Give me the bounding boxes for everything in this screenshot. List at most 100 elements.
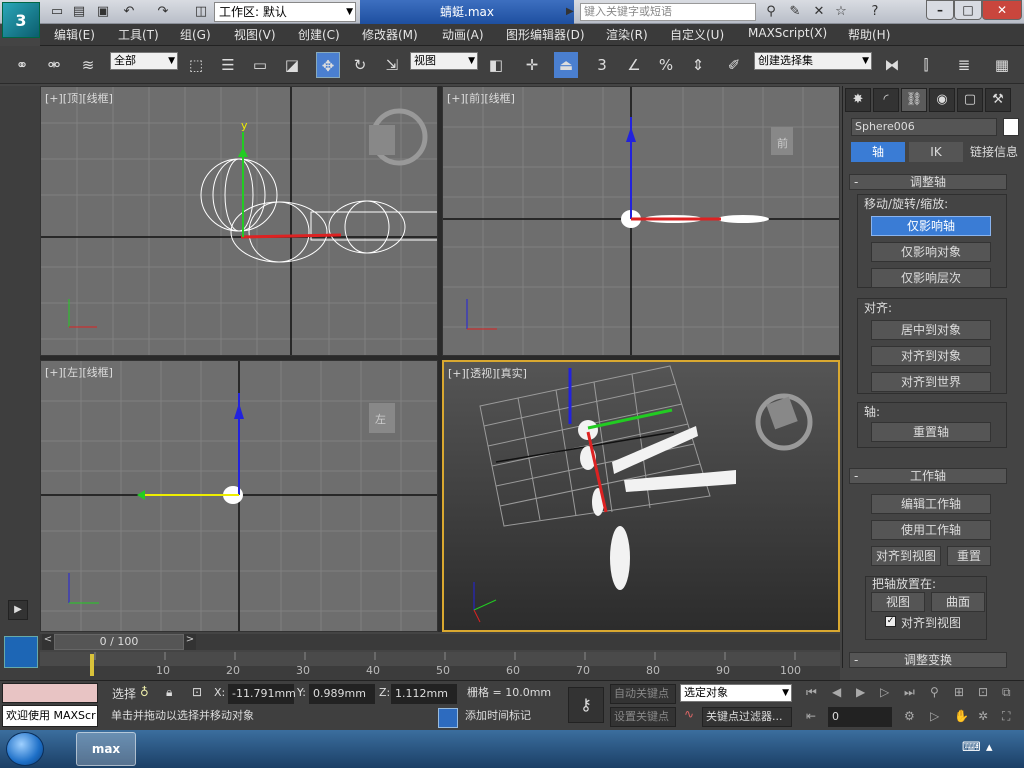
menu-group[interactable]: 组(G) (180, 26, 211, 43)
goto-start-icon[interactable]: ⏮ (806, 685, 817, 700)
viewport-left-label[interactable]: [+][左][线框] (45, 364, 113, 380)
tray-arrow-icon[interactable]: ▴ (986, 740, 993, 755)
viewcube-front-label[interactable]: 前 (777, 135, 788, 151)
menu-views[interactable]: 视图(V) (234, 26, 276, 43)
set-key-icon[interactable]: ⚷ (568, 687, 604, 723)
place-surface-button[interactable]: 曲面 (931, 592, 985, 612)
reset-button[interactable]: 重置 (947, 546, 991, 566)
zoom-extents-all-icon[interactable]: ⧉ (1002, 685, 1011, 700)
align-view-checkbox[interactable]: ✓ (885, 616, 896, 627)
hierarchy-tab-icon[interactable]: ⛓ (901, 88, 927, 112)
align-to-world-button[interactable]: 对齐到世界 (871, 372, 991, 392)
selection-filter-dropdown[interactable]: 全部 ▼ (110, 52, 178, 70)
taskbar-3dsmax[interactable]: max (76, 732, 136, 766)
rect-selection-icon[interactable]: ▭ (248, 52, 272, 78)
menu-graph-editors[interactable]: 图形编辑器(D) (506, 26, 585, 43)
spinner-snap-icon[interactable]: ⇕ (686, 52, 710, 78)
key-filters-button[interactable]: 关键点过滤器... (702, 707, 792, 727)
zoom-extents-icon[interactable]: ⊡ (978, 685, 988, 699)
current-frame-field[interactable]: 0 (828, 707, 892, 727)
rollout-adjust-transform[interactable]: - 调整变换 (849, 652, 1007, 668)
tab-link-info[interactable]: 链接信息 (967, 142, 1021, 162)
unlink-icon[interactable]: ⚮ (42, 52, 66, 78)
tab-ik[interactable]: IK (909, 142, 963, 162)
trackbar[interactable]: 10 20 30 40 50 60 70 80 90 100 (40, 652, 840, 680)
menu-tools[interactable]: 工具(T) (118, 26, 159, 43)
utilities-tab-icon[interactable]: ⚒ (985, 88, 1011, 112)
redo-icon[interactable]: ↷ (154, 3, 172, 21)
motion-tab-icon[interactable]: ◉ (929, 88, 955, 112)
align-to-object-button[interactable]: 对齐到对象 (871, 346, 991, 366)
menu-create[interactable]: 创建(C) (298, 26, 340, 43)
wrench-icon[interactable]: ✎ (786, 3, 804, 21)
maxscript-mini-listener[interactable]: 欢迎使用 MAXScr (2, 705, 98, 727)
select-move-icon[interactable]: ✥ (316, 52, 340, 78)
zoom-icon[interactable]: ⚲ (930, 685, 939, 699)
menu-modifiers[interactable]: 修改器(M) (362, 26, 418, 43)
graphite-toolbar-icon[interactable]: ▦ (990, 52, 1014, 78)
align-to-view-button[interactable]: 对齐到视图 (871, 546, 941, 566)
select-by-name-icon[interactable]: ☰ (216, 52, 240, 78)
affect-hierarchy-only-button[interactable]: 仅影响层次 (871, 268, 991, 288)
lock-selection-icon[interactable]: 🔒︎ (166, 685, 172, 700)
pan-icon[interactable]: ✋ (954, 709, 969, 723)
close-button[interactable]: ✕ (982, 0, 1022, 20)
viewport-top-label[interactable]: [+][顶][线框] (45, 90, 113, 106)
app-logo[interactable]: 3 (2, 2, 40, 38)
tab-pivot[interactable]: 轴 (851, 142, 905, 162)
maximize-button[interactable]: □ (954, 0, 982, 20)
auto-key-button[interactable]: 自动关键点 (610, 684, 676, 704)
exchange-icon[interactable]: ✕ (810, 3, 828, 21)
new-file-icon[interactable]: ▭ (48, 3, 66, 21)
start-button[interactable] (6, 732, 44, 766)
object-name-field[interactable]: Sphere006 (851, 118, 997, 136)
save-icon[interactable]: ▣ (94, 3, 112, 21)
y-coordinate-field[interactable]: 0.989mm (309, 684, 375, 704)
maxscript-listener-pink[interactable] (2, 683, 98, 703)
create-tab-icon[interactable]: ✸ (845, 88, 871, 112)
key-mode-dropdown[interactable]: 选定对象 ▼ (680, 684, 792, 702)
next-key-icon[interactable]: ▷ (880, 685, 889, 699)
manipulate-icon[interactable]: ✛ (520, 52, 544, 78)
project-folder-icon[interactable]: ◫ (192, 3, 210, 21)
mirror-icon[interactable]: ⧓ (880, 52, 904, 78)
menu-animation[interactable]: 动画(A) (442, 26, 484, 43)
keyboard-tray-icon[interactable]: ⌨ (962, 740, 981, 755)
menu-maxscript[interactable]: MAXScript(X) (748, 26, 827, 40)
expand-arrow-icon[interactable]: ▶ (566, 6, 574, 17)
viewport-persp-label[interactable]: [+][透视][真实] (448, 365, 527, 381)
time-slider[interactable]: < 0 / 100 > (40, 634, 840, 650)
next-frame-icon[interactable]: > (184, 634, 196, 650)
named-selection-dropdown[interactable]: 创建选择集 ▼ (754, 52, 872, 70)
use-working-pivot-button[interactable]: 使用工作轴 (871, 520, 991, 540)
keyboard-shortcut-icon[interactable]: ⏏ (554, 52, 578, 78)
expand-ribbon-icon[interactable]: ▶ (8, 600, 28, 620)
affect-object-only-button[interactable]: 仅影响对象 (871, 242, 991, 262)
add-time-tag[interactable]: 添加时间标记 (462, 707, 558, 727)
z-coordinate-field[interactable]: 1.112mm (391, 684, 457, 704)
goto-end-icon[interactable]: ⏭ (904, 685, 915, 700)
menu-help[interactable]: 帮助(H) (848, 26, 890, 43)
fov-icon[interactable]: ▷ (930, 709, 939, 723)
undo-icon[interactable]: ↶ (120, 3, 138, 21)
link-icon[interactable]: ⚭ (10, 52, 34, 78)
workspace-dropdown[interactable]: 工作区: 默认 ▼ (214, 2, 356, 22)
align-icon[interactable]: ⫿ (914, 52, 938, 78)
select-object-icon[interactable]: ⬚ (184, 52, 208, 78)
pivot-center-icon[interactable]: ◧ (484, 52, 508, 78)
viewport-front[interactable]: [+][前][线框] 前 (442, 86, 840, 356)
binoculars-icon[interactable]: ⚲ (762, 3, 780, 21)
modify-tab-icon[interactable]: ◜ (873, 88, 899, 112)
edit-named-selection-icon[interactable]: ✐ (722, 52, 746, 78)
prev-key-icon[interactable]: ◀ (832, 685, 841, 699)
bind-spacewarp-icon[interactable]: ≋ (76, 52, 100, 78)
menu-customize[interactable]: 自定义(U) (670, 26, 724, 43)
viewport-layout-icon[interactable] (4, 636, 38, 668)
center-to-object-button[interactable]: 居中到对象 (871, 320, 991, 340)
rollout-working-pivot[interactable]: - 工作轴 (849, 468, 1007, 484)
absolute-mode-icon[interactable]: ⊡ (192, 685, 202, 699)
display-tab-icon[interactable]: ▢ (957, 88, 983, 112)
set-key-button[interactable]: 设置关键点 (610, 707, 676, 727)
viewport-left[interactable]: [+][左][线框] 左 (40, 360, 438, 632)
viewcube-left-label[interactable]: 左 (375, 411, 386, 427)
